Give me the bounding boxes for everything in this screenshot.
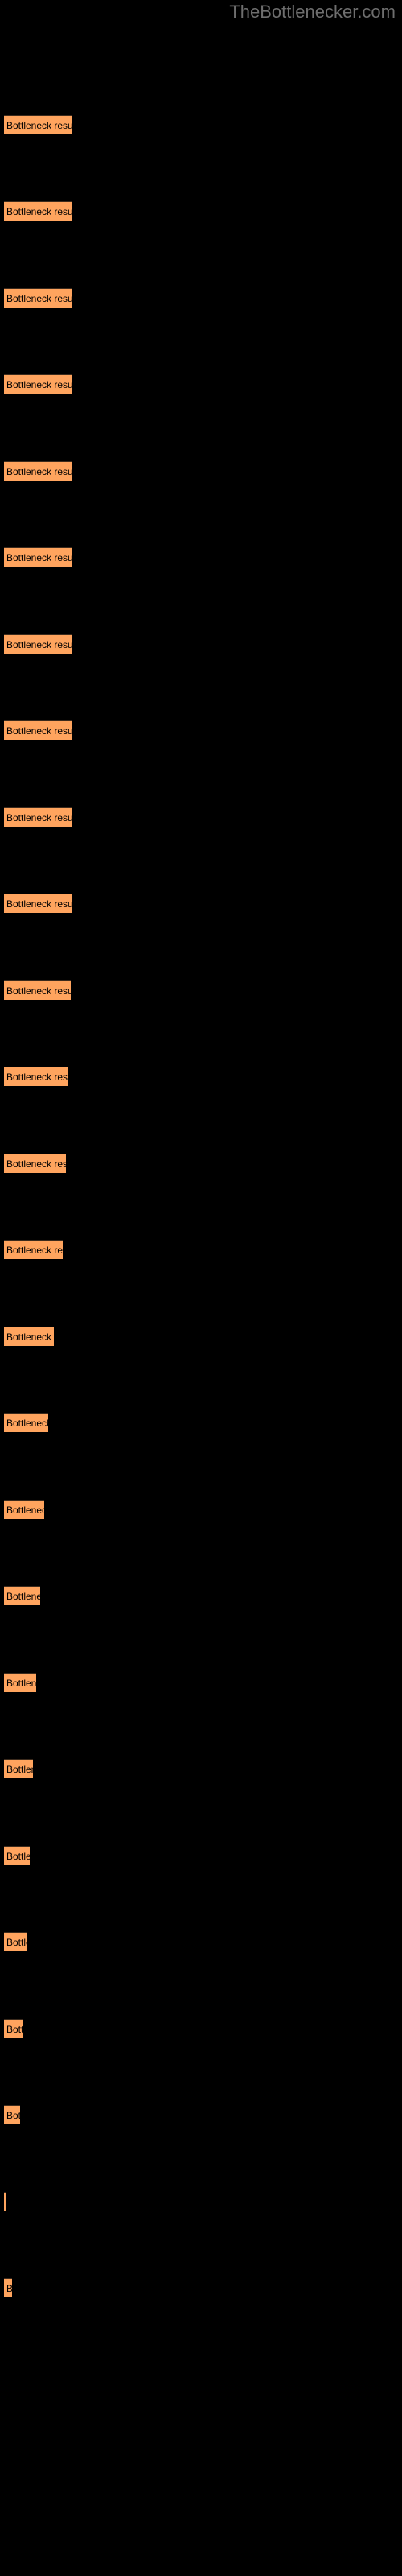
bar[interactable]: Bottleneck result [4, 2278, 12, 2297]
bar[interactable]: Bottleneck result [4, 634, 72, 654]
bar-label: Bottleneck result [6, 1505, 44, 1516]
bar-label: Bottleneck result [6, 985, 71, 997]
bar[interactable]: Bottleneck result [4, 894, 72, 913]
bar-label: Bottleneck result [6, 1764, 33, 1775]
bar[interactable]: Bottleneck result [4, 720, 72, 740]
bar[interactable]: Bottleneck result [4, 288, 72, 308]
bar-label: Bottleneck result [6, 120, 72, 131]
bar[interactable]: Bottleneck result [4, 1327, 54, 1346]
bar[interactable]: Bottleneck result [4, 115, 72, 134]
bar-label: Bottleneck result [6, 1591, 40, 1602]
bar[interactable]: Bottleneck result [4, 461, 72, 481]
bar[interactable]: Bottleneck result [4, 1413, 48, 1432]
bar[interactable]: Bottleneck result [4, 547, 72, 567]
bar[interactable]: Bottleneck result [4, 1154, 66, 1173]
bar-label: Bottleneck result [6, 1245, 63, 1256]
bar[interactable]: Bottleneck result [4, 2105, 20, 2124]
bar-label: Bottleneck result [6, 466, 72, 477]
bar[interactable]: Bottleneck result [4, 2192, 6, 2211]
bar[interactable]: Bottleneck result [4, 1067, 68, 1086]
bar[interactable]: Bottleneck result [4, 1846, 30, 1865]
bar-label: Bottleneck result [6, 1071, 68, 1083]
bar-label: Bottleneck result [6, 725, 72, 737]
bar-label: Bottleneck result [6, 2024, 23, 2035]
bar-label: Bottleneck result [6, 1418, 48, 1429]
bar-label: Bottleneck result [6, 1158, 66, 1170]
bar-label: Bottleneck result [6, 1937, 27, 1948]
bar[interactable]: Bottleneck result [4, 1932, 27, 1951]
bar-label: Bottleneck result [6, 2110, 20, 2121]
bar-label: Bottleneck result [6, 552, 72, 564]
bar[interactable]: Bottleneck result [4, 1673, 36, 1692]
bar[interactable]: Bottleneck result [4, 2019, 23, 2038]
chart-root: TheBottlenecker.com Bottleneck result Bot… [0, 0, 402, 2576]
bar-label: Bottleneck result [6, 293, 72, 304]
bar[interactable]: Bottleneck result [4, 980, 71, 1000]
bar[interactable]: Bottleneck result [4, 807, 72, 827]
bar-label: Bottleneck result [6, 206, 72, 217]
bar[interactable]: Bottleneck result [4, 1586, 40, 1605]
bar-label: Bottleneck result [6, 812, 72, 824]
bar-label: Bottleneck result [6, 898, 72, 910]
bar[interactable]: Bottleneck result [4, 1240, 63, 1259]
bar-label: Bottleneck result [6, 379, 72, 390]
bar[interactable]: Bottleneck result [4, 201, 72, 221]
bar[interactable]: Bottleneck result [4, 1759, 33, 1778]
bar-label: Bottleneck result [6, 2279, 12, 2297]
bar-label: Bottleneck result [6, 1678, 36, 1689]
bar-chart-plot-area: Bottleneck result Bottleneck result Bottle… [0, 0, 402, 2576]
bar[interactable]: Bottleneck result [4, 374, 72, 394]
bar-label: Bottleneck result [6, 639, 72, 650]
bar-label: Bottleneck result [6, 1331, 54, 1343]
bar-label: Bottleneck result [6, 1851, 30, 1862]
bar[interactable]: Bottleneck result [4, 1500, 44, 1519]
